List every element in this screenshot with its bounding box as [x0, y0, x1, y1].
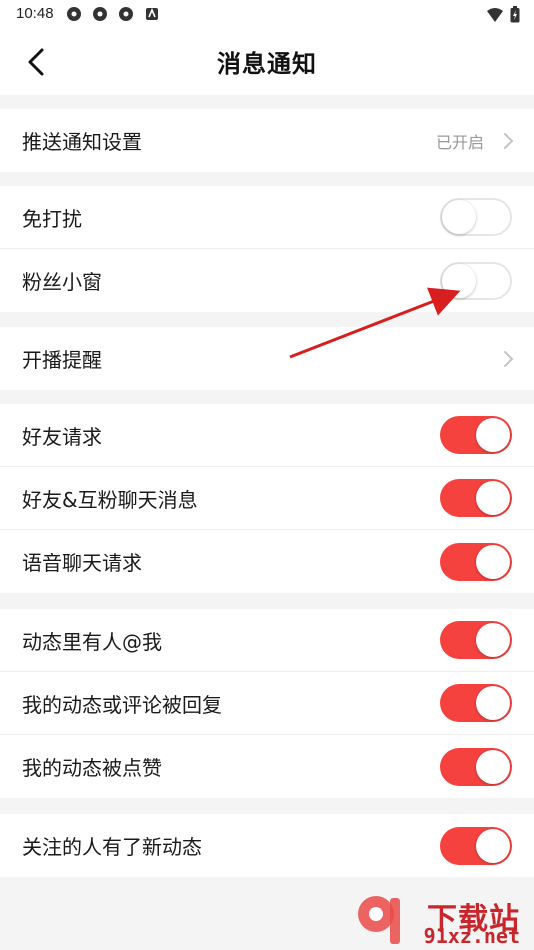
chevron-right-icon: [504, 350, 514, 367]
like-row: 我的动态被点赞: [0, 735, 534, 798]
do-not-disturb-toggle[interactable]: [440, 198, 512, 236]
toggle-knob: [442, 263, 476, 298]
friend-chat-row: 好友&互粉聊天消息: [0, 467, 534, 530]
like-label: 我的动态被点赞: [22, 756, 162, 780]
friend-request-row: 好友请求: [0, 404, 534, 467]
battery-icon: [510, 6, 520, 23]
keyboard-notification-icon: [146, 7, 158, 20]
toggle-knob: [476, 686, 510, 720]
friend-chat-label: 好友&互粉聊天消息: [22, 487, 198, 512]
watermark-logo-icon: [358, 896, 400, 944]
push-notification-settings-row[interactable]: 推送通知设置 已开启: [0, 109, 534, 172]
mention-row: 动态里有人@我: [0, 609, 534, 672]
fan-window-toggle[interactable]: [440, 261, 512, 300]
page-title: 消息通知: [217, 50, 317, 78]
status-bar: 10:48: [0, 0, 534, 28]
toggle-knob: [476, 749, 510, 784]
friend-request-label: 好友请求: [22, 424, 102, 449]
friend-chat-toggle[interactable]: [440, 479, 512, 517]
reply-label: 我的动态或评论被回复: [22, 692, 222, 717]
mention-toggle[interactable]: [440, 621, 512, 659]
quiet-section: 免打扰 粉丝小窗: [0, 186, 534, 312]
app-notification-icon: [67, 7, 81, 21]
chevron-right-icon: [504, 132, 514, 149]
reply-row: 我的动态或评论被回复: [0, 672, 534, 735]
navigation-bar: 消息通知: [0, 28, 534, 95]
do-not-disturb-row: 免打扰: [0, 186, 534, 249]
push-notification-status: 已开启: [435, 132, 484, 152]
toggle-knob: [476, 544, 510, 579]
wifi-icon: [487, 7, 503, 22]
voice-chat-row: 语音聊天请求: [0, 530, 534, 593]
toggle-knob: [476, 828, 510, 863]
app-notification-icon: [119, 7, 133, 21]
do-not-disturb-label: 免打扰: [22, 206, 82, 231]
toggle-knob: [476, 623, 510, 657]
status-time: 10:48: [16, 5, 54, 22]
push-settings-section: 推送通知设置 已开启: [0, 109, 534, 172]
fan-window-label: 粉丝小窗: [22, 270, 102, 294]
like-toggle[interactable]: [440, 747, 512, 786]
toggle-knob: [476, 481, 510, 515]
watermark: 下载站 91xz.net: [352, 890, 528, 948]
fan-window-row: 粉丝小窗: [0, 249, 534, 312]
voice-chat-label: 语音聊天请求: [22, 551, 142, 575]
mention-label: 动态里有人@我: [22, 629, 162, 654]
toggle-knob: [476, 418, 510, 452]
live-reminder-label: 开播提醒: [22, 348, 102, 372]
following-update-label: 关注的人有了新动态: [22, 835, 202, 859]
friend-request-toggle[interactable]: [440, 416, 512, 454]
toggle-knob: [442, 200, 476, 234]
app-notification-icon: [93, 7, 107, 21]
reply-toggle[interactable]: [440, 684, 512, 722]
friends-section: 好友请求 好友&互粉聊天消息 语音聊天请求: [0, 404, 534, 593]
following-update-row: 关注的人有了新动态: [0, 814, 534, 877]
voice-chat-toggle[interactable]: [440, 542, 512, 581]
following-section: 关注的人有了新动态: [0, 814, 534, 877]
following-update-toggle[interactable]: [440, 826, 512, 865]
watermark-domain: 91xz.net: [423, 924, 520, 948]
feed-section: 动态里有人@我 我的动态或评论被回复 我的动态被点赞: [0, 609, 534, 798]
live-reminder-row[interactable]: 开播提醒: [0, 327, 534, 390]
live-section: 开播提醒: [0, 327, 534, 390]
push-notification-settings-label: 推送通知设置: [22, 130, 142, 154]
